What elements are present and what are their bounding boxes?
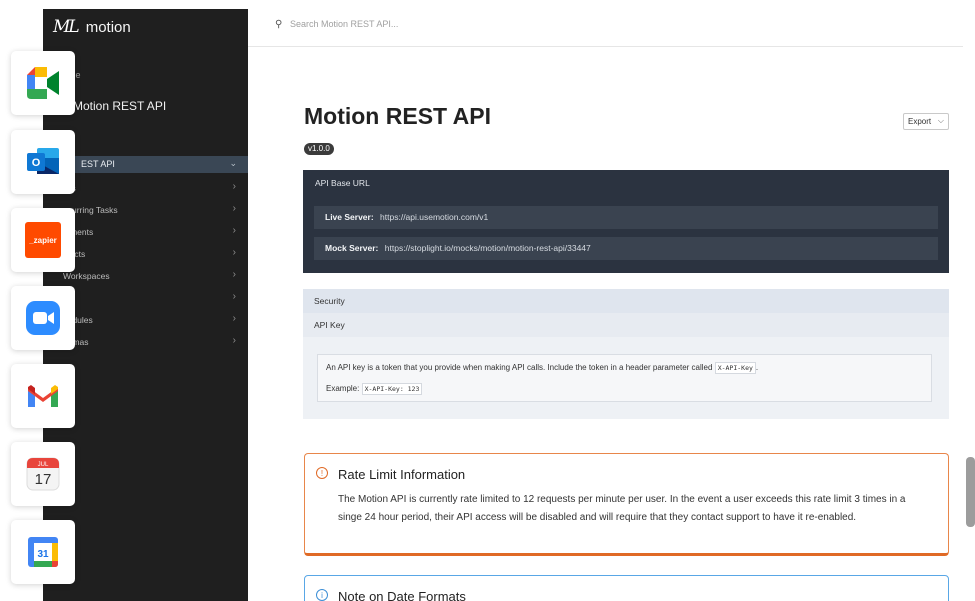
sidebar-project-title[interactable]: Motion REST API	[73, 99, 166, 113]
warning-icon: !	[316, 467, 328, 479]
api-key-example: Example: X-API-Key: 123	[326, 383, 423, 395]
chevron-right-icon: ›	[232, 225, 236, 236]
apple-calendar-icon[interactable]: JUL 17	[11, 442, 75, 506]
api-key-description-text: An API key is a token that you provide w…	[326, 363, 713, 372]
svg-text:31: 31	[37, 549, 49, 560]
app-window: ML motion ome Motion REST API EST API ⌄ …	[43, 9, 963, 601]
google-meet-icon	[27, 67, 59, 99]
gmail-icon	[28, 385, 58, 407]
search-icon: ⚲	[275, 19, 283, 30]
logo-mark: ML	[53, 17, 80, 37]
google-calendar-icon: 31	[28, 537, 58, 567]
outlook-icon[interactable]: O	[11, 130, 75, 194]
chevron-right-icon: ›	[232, 203, 236, 214]
api-key-description-end: .	[755, 363, 759, 372]
chevron-right-icon: ›	[232, 181, 236, 192]
mock-server-label: Mock Server:	[325, 243, 379, 253]
search-bar: ⚲	[248, 9, 963, 47]
api-key-description: An API key is a token that you provide w…	[317, 354, 932, 402]
chevron-right-icon: ›	[232, 269, 236, 280]
page-title: Motion REST API	[304, 103, 491, 129]
live-server-url: https://api.usemotion.com/v1	[380, 212, 489, 222]
security-subheading[interactable]: API Key	[303, 313, 949, 337]
live-server-row[interactable]: Live Server: https://api.usemotion.com/v…	[314, 206, 938, 229]
zapier-icon[interactable]: _zapier	[11, 208, 75, 272]
live-server-label: Live Server:	[325, 212, 374, 222]
main-content: ⚲ Motion REST API Export ⌵ v1.0.0 API Ba…	[248, 9, 963, 601]
logo[interactable]: ML motion	[53, 17, 131, 37]
version-badge: v1.0.0	[304, 143, 334, 155]
gmail-icon[interactable]	[11, 364, 75, 428]
mock-server-row[interactable]: Mock Server: https://stoplight.io/mocks/…	[314, 237, 938, 260]
chevron-right-icon: ›	[232, 247, 236, 258]
outlook-icon: O	[27, 148, 59, 174]
api-base-url-heading: API Base URL	[315, 178, 370, 188]
svg-text:_zapier: _zapier	[28, 236, 57, 245]
api-key-text: An API key is a token that you provide w…	[326, 362, 759, 374]
example-code: X-API-Key: 123	[361, 383, 423, 395]
svg-text:17: 17	[35, 471, 52, 488]
sidebar-item-label: EST API	[81, 159, 115, 169]
export-label: Export	[908, 117, 932, 126]
info-icon: i	[316, 589, 328, 601]
sidebar-item-workspaces[interactable]: Workspaces ›	[43, 268, 248, 290]
search-input[interactable]	[290, 19, 590, 29]
zoom-icon	[26, 301, 60, 335]
svg-text:JUL: JUL	[38, 462, 49, 468]
chevron-down-icon: ⌵	[937, 116, 944, 125]
logo-text: motion	[85, 18, 131, 36]
chevron-down-icon: ⌄	[229, 158, 237, 168]
security-panel: Security API Key An API key is a token t…	[303, 289, 949, 419]
scrollbar-thumb[interactable]	[966, 457, 975, 527]
security-heading: Security	[303, 289, 949, 313]
svg-text:O: O	[32, 157, 41, 169]
rate-limit-title: Rate Limit Information	[338, 467, 466, 482]
zoom-icon[interactable]	[11, 286, 75, 350]
chevron-right-icon: ›	[232, 313, 236, 324]
chevron-right-icon: ›	[232, 291, 236, 302]
api-key-header-code: X-API-Key	[714, 362, 756, 374]
date-format-callout: i Note on Date Formats	[304, 575, 949, 601]
zapier-icon: _zapier	[25, 222, 61, 258]
sidebar-item-label: Workspaces	[63, 271, 110, 281]
rate-limit-text: The Motion API is currently rate limited…	[338, 494, 906, 523]
export-button[interactable]: Export ⌵	[903, 113, 949, 130]
google-calendar-icon[interactable]: 31	[11, 520, 75, 584]
example-label: Example:	[326, 384, 360, 393]
rate-limit-callout: ! Rate Limit Information The Motion API …	[304, 453, 949, 556]
chevron-right-icon: ›	[232, 335, 236, 346]
apple-calendar-icon: JUL 17	[26, 457, 60, 491]
api-base-url-panel: API Base URL Live Server: https://api.us…	[303, 170, 949, 273]
google-meet-icon[interactable]	[11, 51, 75, 115]
mock-server-url: https://stoplight.io/mocks/motion/motion…	[384, 243, 591, 253]
date-format-title: Note on Date Formats	[338, 589, 466, 601]
